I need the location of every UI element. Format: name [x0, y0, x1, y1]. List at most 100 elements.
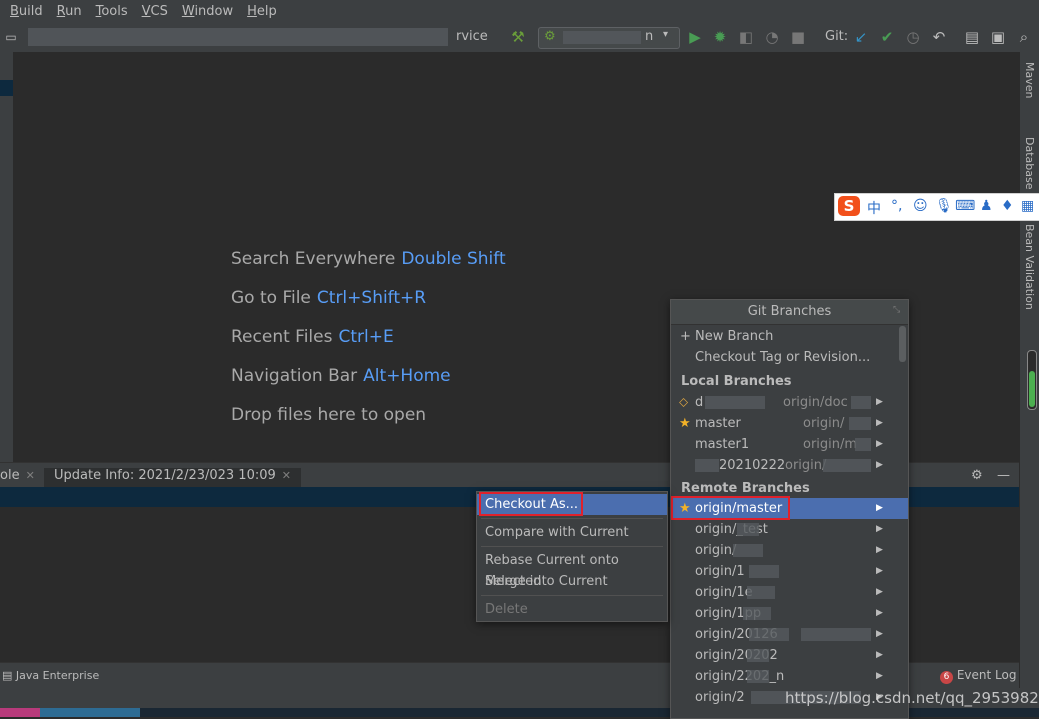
remote-branch-item[interactable]: origin/ ▶ [671, 540, 908, 561]
merge-item[interactable]: Merge into Current [477, 571, 667, 592]
resize-icon[interactable]: ⤡ [893, 305, 900, 315]
run-config-icon: ⚙ [544, 29, 556, 44]
right-tool-strip: Maven Database Bean Validation [1019, 52, 1039, 717]
chevron-right-icon: ▶ [876, 545, 883, 555]
remote-branch-item[interactable]: origin/2202_n ▶ [671, 666, 908, 687]
java-enterprise-tab[interactable]: ▤ Java Enterprise [2, 669, 99, 682]
tab-console[interactable]: ole ✕ [0, 468, 35, 483]
delete-item: Delete [485, 602, 528, 617]
remote-branch-item[interactable]: origin/_test ▶ [671, 519, 908, 540]
hint-go-to-file: Go to File Ctrl+Shift+R [231, 288, 427, 308]
watermark: https://blog.csdn.net/qq_29539827 [785, 689, 1039, 707]
menu-vcs[interactable]: VCS [142, 4, 168, 19]
skin-icon[interactable]: ♦ [1001, 198, 1014, 214]
coverage-icon[interactable]: ◧ [737, 28, 755, 46]
chevron-right-icon: ▶ [876, 608, 883, 618]
menu-build[interactable]: Build [10, 4, 43, 19]
build-hammer-icon[interactable]: ⚒ [509, 28, 527, 46]
terminal-icon[interactable]: ▣ [989, 28, 1007, 46]
chevron-down-icon: ▾ [663, 29, 669, 40]
microphone-icon[interactable]: 🎙 [935, 198, 953, 214]
local-branch-item[interactable]: ⬦ d origin/doc ▶ [671, 392, 908, 413]
highlight-box [479, 492, 583, 516]
chevron-right-icon: ▶ [876, 503, 883, 513]
ime-toolbar: S 中 °, ☺ 🎙 ⌨ ♟ ♦ ▦ [834, 193, 1039, 221]
git-rollback-icon[interactable]: ↶ [930, 28, 948, 46]
event-count-badge: 6 [940, 671, 953, 684]
run-icon[interactable]: ▶ [686, 28, 704, 46]
star-icon: ★ [679, 416, 691, 431]
bean-validation-tab[interactable]: Bean Validation [1023, 224, 1036, 310]
run-config-name: n [645, 29, 654, 44]
chevron-right-icon: ▶ [876, 671, 883, 681]
main-toolbar: ▭ rvice ⚒ ⚙ n ▾ ▶ ✹ ◧ ◔ ■ Git: ↙ ✔ ◷ ↶ ▤… [0, 22, 1039, 53]
remote-branch-item[interactable]: origin/20202 ▶ [671, 645, 908, 666]
project-structure-icon[interactable]: ▤ [963, 28, 981, 46]
chevron-right-icon: ▶ [876, 460, 883, 470]
compare-with-current-item[interactable]: Compare with Current [477, 522, 667, 543]
project-folder-icon[interactable]: ▭ [2, 28, 20, 46]
git-branches-title: Git Branches [671, 300, 908, 325]
local-branch-item[interactable]: ★ master origin/ ▶ [671, 413, 908, 434]
remote-branch-item[interactable]: origin/20126 ▶ [671, 624, 908, 645]
git-update-icon[interactable]: ↙ [852, 28, 870, 46]
branch-context-menu: Checkout As... Compare with Current Reba… [476, 491, 668, 622]
debug-icon[interactable]: ✹ [711, 28, 729, 46]
menu-window[interactable]: Window [182, 4, 233, 19]
menu-bar: Build Run Tools VCS Window Help [0, 0, 1039, 22]
toolbox-icon[interactable]: ▦ [1021, 198, 1034, 214]
run-config-select[interactable]: ⚙ n ▾ [538, 27, 680, 49]
maven-tab[interactable]: Maven [1023, 62, 1036, 98]
tab-update-info[interactable]: Update Info: 2021/2/23/023 10:09 ✕ [44, 468, 301, 488]
git-history-icon[interactable]: ◷ [904, 28, 922, 46]
git-label: Git: [825, 29, 849, 44]
local-branch-item[interactable]: master1 origin/m ▶ [671, 434, 908, 455]
chevron-right-icon: ▶ [876, 629, 883, 639]
chevron-right-icon: ▶ [876, 566, 883, 576]
sogou-logo[interactable]: S [838, 196, 860, 216]
highlight-box [671, 496, 790, 520]
keyboard-icon[interactable]: ⌨ [955, 198, 975, 214]
menu-divider [481, 595, 663, 596]
git-commit-icon[interactable]: ✔ [878, 28, 896, 46]
git-branches-popup: Git Branches ⤡ + New Branch Checkout Tag… [670, 299, 909, 719]
chevron-right-icon: ▶ [876, 418, 883, 428]
checkout-tag-item[interactable]: Checkout Tag or Revision... [671, 347, 908, 368]
search-icon[interactable]: ⌕ [1015, 28, 1033, 46]
hint-drop-files: Drop files here to open [231, 405, 427, 425]
tag-icon: ⬦ [679, 395, 689, 410]
ime-mode[interactable]: 中 [867, 198, 881, 218]
left-tool-strip [0, 52, 14, 462]
rebase-item[interactable]: Rebase Current onto Selected [477, 550, 667, 589]
remote-branch-item[interactable]: origin/1 ▶ [671, 561, 908, 582]
plus-icon: + [680, 329, 691, 344]
event-log-tab[interactable]: 6 Event Log [940, 668, 1016, 684]
close-icon[interactable]: ✕ [282, 469, 291, 482]
menu-help[interactable]: Help [247, 4, 277, 19]
stop-icon[interactable]: ■ [789, 28, 807, 46]
menu-tools[interactable]: Tools [96, 4, 128, 19]
close-icon[interactable]: ✕ [26, 469, 35, 482]
hint-navigation-bar: Navigation Bar Alt+Home [231, 366, 451, 386]
emoji-icon[interactable]: ☺ [913, 198, 928, 214]
remote-branch-item[interactable]: origin/1pp ▶ [671, 603, 908, 624]
local-branch-item[interactable]: 20210222 origin/ ▶ [671, 455, 908, 476]
java-enterprise-icon: ▤ [2, 669, 13, 682]
remote-branch-item[interactable]: origin/1e ▶ [671, 582, 908, 603]
menu-divider [481, 518, 663, 519]
hint-search-everywhere: Search Everywhere Double Shift [231, 249, 506, 269]
gear-icon[interactable]: ⚙ [971, 468, 983, 483]
left-strip-selected[interactable] [0, 80, 13, 96]
database-tab[interactable]: Database [1023, 137, 1036, 190]
menu-run[interactable]: Run [57, 4, 82, 19]
chevron-right-icon: ▶ [876, 587, 883, 597]
minimize-icon[interactable]: — [997, 468, 1010, 483]
new-branch-item[interactable]: + New Branch [671, 326, 908, 347]
user-icon[interactable]: ♟ [980, 198, 993, 214]
profile-icon[interactable]: ◔ [763, 28, 781, 46]
memory-indicator [1027, 350, 1037, 410]
menu-divider [481, 546, 663, 547]
chevron-right-icon: ▶ [876, 524, 883, 534]
punctuation-icon[interactable]: °, [891, 198, 902, 214]
hint-recent-files: Recent Files Ctrl+E [231, 327, 394, 347]
